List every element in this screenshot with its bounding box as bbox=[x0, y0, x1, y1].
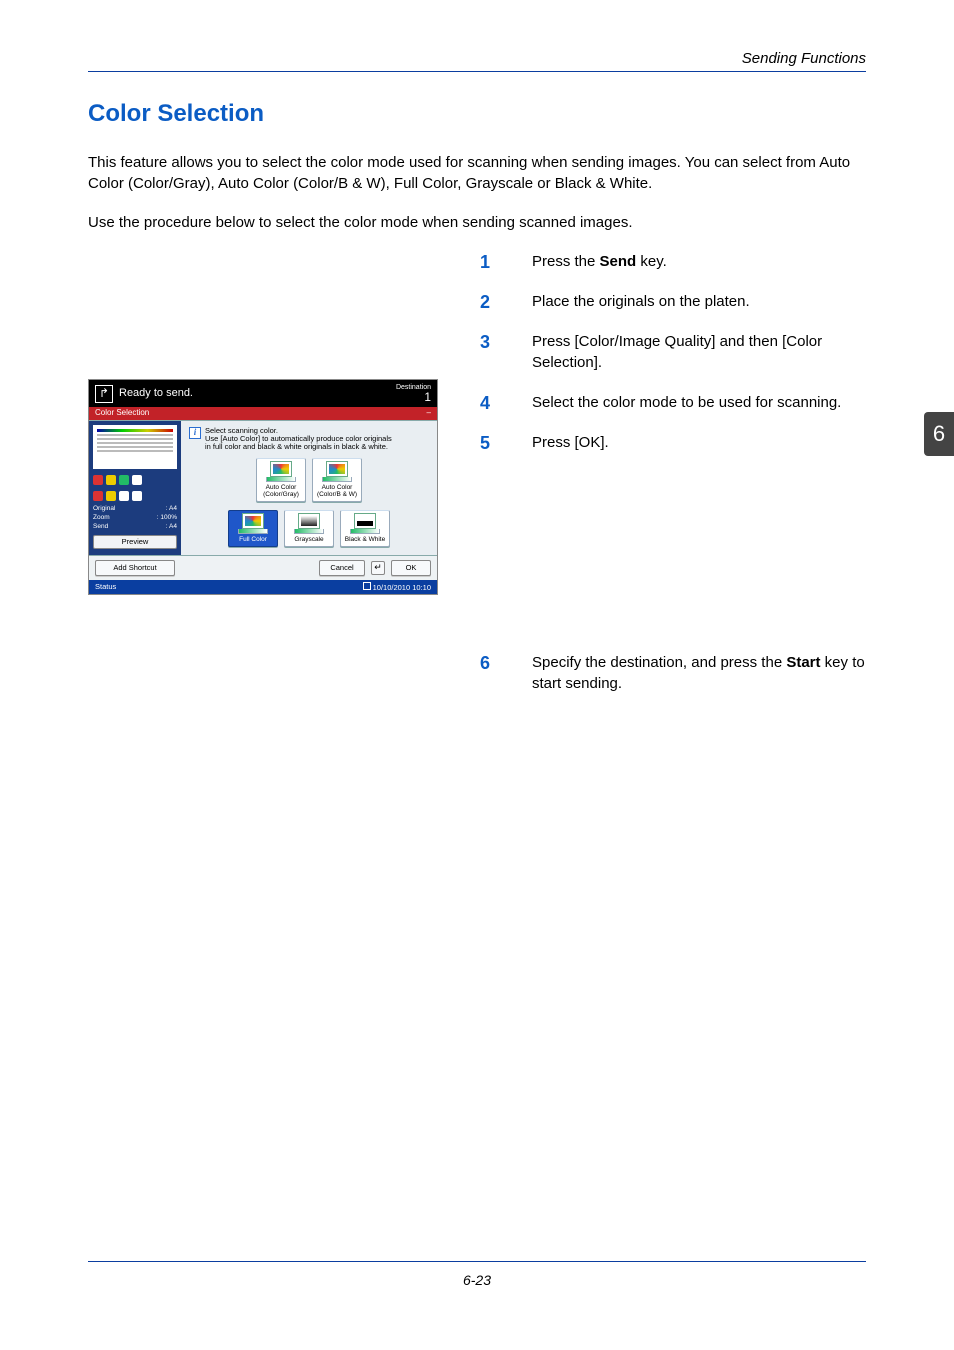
device-subheader: Color Selection – bbox=[89, 407, 437, 420]
section-title: Color Selection bbox=[88, 100, 866, 128]
option-auto-color-bw[interactable]: Auto Color (Color/B & W) bbox=[312, 458, 362, 502]
step-4: Select the color mode to be used for sca… bbox=[480, 392, 866, 414]
send-icon: ↱ bbox=[95, 385, 113, 403]
subheader-close-icon[interactable]: – bbox=[427, 409, 431, 418]
preview-zoom-value: : 100% bbox=[157, 514, 177, 521]
ok-button[interactable]: OK bbox=[391, 560, 431, 576]
page-header: Sending Functions bbox=[88, 50, 866, 72]
info-text: Select scanning color. Use [Auto Color] … bbox=[205, 427, 392, 452]
device-main: i Select scanning color. Use [Auto Color… bbox=[181, 421, 437, 555]
status-label[interactable]: Status bbox=[95, 583, 116, 591]
preview-thumbnail bbox=[93, 425, 177, 469]
info-icon: i bbox=[189, 427, 201, 439]
status-time: 10/10/2010 10:10 bbox=[373, 583, 431, 592]
cancel-button[interactable]: Cancel bbox=[319, 560, 365, 576]
intro-paragraph-2: Use the procedure below to select the co… bbox=[88, 212, 866, 233]
option-black-white[interactable]: Black & White bbox=[340, 510, 390, 547]
destination-count: 1 bbox=[396, 391, 431, 403]
preview-mini-icons-2 bbox=[93, 491, 177, 501]
page-footer: 6-23 bbox=[88, 1261, 866, 1288]
option-auto-color-gray[interactable]: Auto Color (Color/Gray) bbox=[256, 458, 306, 502]
steps-list: Press the Send key. Place the originals … bbox=[480, 251, 866, 695]
preview-original-label: Original bbox=[93, 505, 115, 512]
preview-zoom-label: Zoom bbox=[93, 514, 110, 521]
device-panel: ↱ Ready to send. Destination 1 Color Sel… bbox=[88, 379, 438, 595]
subheader-title: Color Selection bbox=[95, 409, 149, 418]
chapter-tab: 6 bbox=[924, 412, 954, 456]
preview-sidebar: Original : A4 Zoom : 100% Send : A4 Preview bbox=[89, 421, 181, 555]
add-shortcut-button[interactable]: Add Shortcut bbox=[95, 560, 175, 576]
intro-paragraph-1: This feature allows you to select the co… bbox=[88, 152, 866, 194]
enter-icon[interactable]: ↵ bbox=[371, 561, 385, 575]
device-title: Ready to send. bbox=[119, 387, 390, 399]
battery-icon bbox=[363, 582, 371, 590]
preview-send-value: : A4 bbox=[166, 523, 177, 530]
step-5: Press [OK]. bbox=[480, 432, 866, 454]
step-2: Place the originals on the platen. bbox=[480, 291, 866, 313]
status-bar: Status 10/10/2010 10:10 bbox=[89, 580, 437, 594]
step-6: Specify the destination, and press the S… bbox=[480, 652, 866, 696]
preview-send-label: Send bbox=[93, 523, 108, 530]
preview-button[interactable]: Preview bbox=[93, 535, 177, 549]
step-3: Press [Color/Image Quality] and then [Co… bbox=[480, 331, 866, 375]
preview-original-value: : A4 bbox=[166, 505, 177, 512]
preview-mini-icons bbox=[93, 475, 177, 485]
option-grayscale[interactable]: Grayscale bbox=[284, 510, 334, 547]
option-full-color[interactable]: Full Color bbox=[228, 510, 278, 547]
header-label: Sending Functions bbox=[88, 50, 866, 67]
device-titlebar: ↱ Ready to send. Destination 1 bbox=[89, 380, 437, 407]
step-1: Press the Send key. bbox=[480, 251, 866, 273]
